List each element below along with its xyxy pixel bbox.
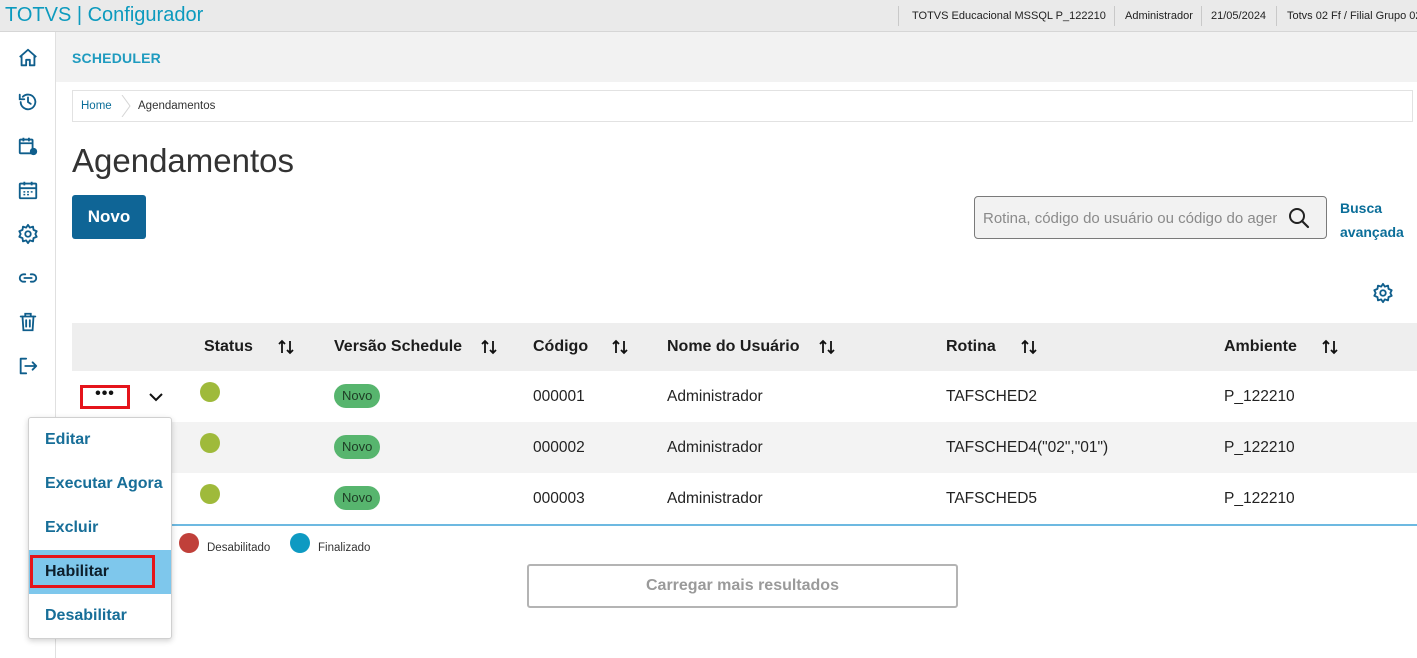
user-cell: Administrador bbox=[667, 490, 763, 507]
status-dot bbox=[200, 484, 220, 504]
column-version[interactable]: Versão Schedule bbox=[334, 338, 462, 356]
divider bbox=[1114, 6, 1115, 26]
user-info[interactable]: Administrador bbox=[1125, 0, 1193, 32]
home-icon[interactable] bbox=[16, 46, 40, 70]
user-cell: Administrador bbox=[667, 388, 763, 405]
search-input[interactable] bbox=[983, 207, 1277, 229]
routine-cell: TAFSCHED2 bbox=[946, 388, 1038, 405]
legend-disabled-dot bbox=[179, 533, 199, 553]
table-row[interactable]: Novo 000001 Administrador TAFSCHED2 P_12… bbox=[72, 371, 1417, 422]
code-cell: 000001 bbox=[533, 388, 585, 405]
new-button[interactable]: Novo bbox=[72, 195, 146, 239]
chevron-down-icon[interactable] bbox=[147, 388, 165, 406]
menu-item-enable[interactable]: Habilitar bbox=[29, 550, 171, 594]
search-box bbox=[974, 196, 1327, 239]
sort-icon[interactable] bbox=[1321, 338, 1339, 356]
sort-icon[interactable] bbox=[1020, 338, 1038, 356]
table-row[interactable]: Novo 000002 Administrador TAFSCHED4("02"… bbox=[72, 422, 1417, 473]
column-routine[interactable]: Rotina bbox=[946, 338, 996, 356]
column-status[interactable]: Status bbox=[204, 338, 253, 356]
advanced-search-link[interactable]: Busca avançada bbox=[1340, 196, 1410, 244]
sort-icon[interactable] bbox=[611, 338, 629, 356]
divider bbox=[898, 6, 899, 26]
row-actions-button[interactable]: ••• bbox=[80, 385, 130, 409]
menu-item-disable[interactable]: Desabilitar bbox=[29, 594, 171, 638]
trash-icon[interactable] bbox=[16, 310, 40, 334]
status-dot bbox=[200, 382, 220, 402]
environment-cell: P_122210 bbox=[1224, 439, 1295, 456]
environment-cell: P_122210 bbox=[1224, 388, 1295, 405]
advanced-search-line2: avançada bbox=[1340, 224, 1404, 240]
date-info: 21/05/2024 bbox=[1211, 10, 1267, 22]
page-title: Agendamentos bbox=[72, 142, 294, 179]
breadcrumb-home[interactable]: Home bbox=[81, 100, 112, 112]
status-dot bbox=[200, 433, 220, 453]
column-code[interactable]: Código bbox=[533, 338, 588, 356]
table-header: Status Versão Schedule Código Nome do Us… bbox=[72, 323, 1417, 371]
code-cell: 000002 bbox=[533, 439, 585, 456]
table-row[interactable]: Novo 000003 Administrador TAFSCHED5 P_12… bbox=[72, 473, 1417, 524]
row-actions-menu: Editar Executar Agora Excluir Habilitar … bbox=[28, 417, 172, 639]
schedules-table: Status Versão Schedule Código Nome do Us… bbox=[72, 323, 1417, 524]
logout-icon[interactable] bbox=[16, 354, 40, 378]
column-user-name[interactable]: Nome do Usuário bbox=[667, 338, 799, 356]
branch-info[interactable]: Totvs 02 Ff / Filial Grupo 02 bbox=[1287, 0, 1417, 32]
chevron-right-icon bbox=[121, 95, 131, 117]
legend-disabled-label: Desabilitado bbox=[207, 542, 271, 554]
sort-icon[interactable] bbox=[818, 338, 836, 356]
more-icon: ••• bbox=[95, 385, 115, 402]
system-info: TOTVS Educacional MSSQL P_122210 bbox=[912, 10, 1106, 22]
search-icon[interactable] bbox=[1287, 206, 1311, 230]
breadcrumb: Home Agendamentos bbox=[72, 90, 1413, 122]
table-settings-icon[interactable] bbox=[1372, 282, 1394, 304]
legend-finished-label: Finalizado bbox=[318, 542, 371, 554]
routine-cell: TAFSCHED4("02","01") bbox=[946, 439, 1109, 456]
section-title: SCHEDULER bbox=[72, 50, 161, 66]
version-badge: Novo bbox=[334, 435, 381, 459]
advanced-search-line1: Busca bbox=[1340, 200, 1383, 216]
column-environment[interactable]: Ambiente bbox=[1224, 338, 1297, 356]
divider bbox=[1201, 6, 1202, 26]
menu-item-run-now[interactable]: Executar Agora bbox=[29, 462, 171, 506]
sort-icon[interactable] bbox=[480, 338, 498, 356]
divider bbox=[1276, 6, 1277, 26]
version-badge: Novo bbox=[334, 486, 381, 510]
gear-icon[interactable] bbox=[16, 222, 40, 246]
legend-finished-dot bbox=[290, 533, 310, 553]
table-divider bbox=[72, 524, 1417, 526]
code-cell: 000003 bbox=[533, 490, 585, 507]
top-bar: TOTVS | Configurador TOTVS Educacional M… bbox=[0, 0, 1417, 32]
app-title: TOTVS | Configurador bbox=[5, 4, 204, 26]
sort-icon[interactable] bbox=[277, 338, 295, 356]
main-content: SCHEDULER Home Agendamentos Agendamentos… bbox=[56, 32, 1417, 658]
calendar-settings-icon[interactable] bbox=[16, 134, 40, 158]
calendar-icon[interactable] bbox=[16, 178, 40, 202]
menu-item-edit[interactable]: Editar bbox=[29, 418, 171, 462]
breadcrumb-current: Agendamentos bbox=[138, 100, 216, 112]
menu-item-delete[interactable]: Excluir bbox=[29, 506, 171, 550]
section-header: SCHEDULER bbox=[56, 32, 1417, 82]
user-cell: Administrador bbox=[667, 439, 763, 456]
load-more-button[interactable]: Carregar mais resultados bbox=[527, 564, 958, 608]
routine-cell: TAFSCHED5 bbox=[946, 490, 1038, 507]
version-badge: Novo bbox=[334, 384, 381, 408]
environment-cell: P_122210 bbox=[1224, 490, 1295, 507]
history-icon[interactable] bbox=[16, 90, 40, 114]
link-icon[interactable] bbox=[16, 266, 40, 290]
